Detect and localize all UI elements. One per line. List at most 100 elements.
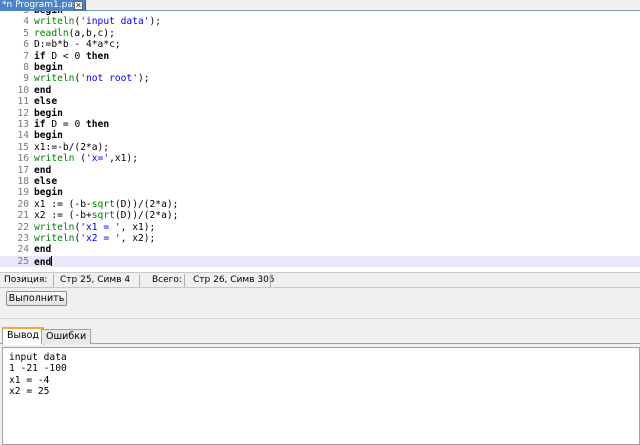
code-line[interactable]: 17 end bbox=[0, 165, 640, 176]
function-token: writeln bbox=[34, 233, 75, 244]
code-text: writeln('x2 = ', x2); bbox=[34, 233, 155, 244]
close-icon[interactable]: ✕ bbox=[74, 1, 83, 10]
code-line[interactable]: 9 writeln('not root'); bbox=[0, 73, 640, 84]
output-line: x2 = 25 bbox=[9, 386, 50, 398]
output-line: 1 -21 -100 bbox=[9, 363, 67, 375]
status-bar: Позиция: Стр 25, Симв 4 Всего: Стр 26, С… bbox=[0, 272, 640, 288]
code-line[interactable]: 4 writeln('input data'); bbox=[0, 16, 640, 27]
code-line[interactable]: 22 writeln('x1 = ', x1); bbox=[0, 222, 640, 233]
tab-output[interactable]: Вывод bbox=[2, 327, 44, 345]
code-line[interactable]: 15 x1:=-b/(2*a); bbox=[0, 142, 640, 153]
string-token: 'not root' bbox=[80, 73, 138, 85]
status-separator bbox=[270, 274, 271, 287]
code-text: if D < 0 then bbox=[34, 51, 109, 62]
code-line[interactable]: 20 x1 := (-b-sqrt(D))/(2*a); bbox=[0, 199, 640, 210]
code-token: D < 0 bbox=[45, 50, 86, 62]
line-number: 21 bbox=[17, 210, 29, 222]
line-number: 24 bbox=[17, 244, 29, 256]
output-line: x1 = -4 bbox=[9, 374, 50, 386]
line-number: 23 bbox=[17, 233, 29, 244]
code-line[interactable]: 7 if D < 0 then bbox=[0, 51, 640, 62]
code-text: begin bbox=[34, 108, 63, 119]
code-text: x1:=-b/(2*a); bbox=[34, 142, 109, 153]
code-token: (a,b,c); bbox=[68, 27, 115, 39]
code-text: x1 := (-b-sqrt(D))/(2*a); bbox=[34, 199, 178, 210]
line-number: 25 bbox=[17, 255, 29, 267]
keyword-token: end bbox=[34, 164, 52, 176]
code-line[interactable]: 10 end bbox=[0, 85, 640, 96]
code-text: begin bbox=[34, 187, 63, 198]
code-line[interactable]: 14 begin bbox=[0, 130, 640, 141]
ide-window: *n Program1.pas ✕ 3begin4writeln('input … bbox=[0, 0, 640, 445]
code-line[interactable]: 6 D:=b*b - 4*a*c; bbox=[0, 39, 640, 50]
code-token: D:=b*b - 4*a*c; bbox=[34, 39, 121, 51]
code-line[interactable]: 12 begin bbox=[0, 108, 640, 119]
code-text: else bbox=[34, 96, 57, 107]
run-button[interactable]: Выполнить bbox=[6, 291, 67, 306]
code-line[interactable]: 24 end bbox=[0, 244, 640, 255]
code-text: writeln ('x=',x1); bbox=[34, 153, 138, 164]
code-text: writeln('not root'); bbox=[34, 73, 150, 84]
keyword-token: if bbox=[34, 119, 46, 130]
code-token: x1 := (-b- bbox=[34, 198, 92, 210]
keyword-token: begin bbox=[34, 130, 63, 142]
code-token: x2 := (-b+ bbox=[34, 210, 92, 222]
keyword-token: else bbox=[34, 176, 58, 187]
line-number: 16 bbox=[17, 153, 29, 165]
code-line[interactable]: 16 writeln ('x=',x1); bbox=[0, 153, 640, 164]
code-token: (D))/(2*a); bbox=[114, 198, 179, 210]
code-text: begin bbox=[34, 62, 63, 73]
line-number: 19 bbox=[17, 187, 29, 199]
line-number: 15 bbox=[17, 141, 29, 153]
keyword-token: else bbox=[34, 96, 58, 108]
document-tab-program1[interactable]: *n Program1.pas ✕ bbox=[0, 0, 86, 11]
line-number: 9 bbox=[23, 73, 29, 85]
code-line[interactable]: 5 readln(a,b,c); bbox=[0, 28, 640, 39]
output-panel[interactable]: input data 1 -21 -100 x1 = -4 x2 = 25 bbox=[2, 347, 640, 445]
line-number: 17 bbox=[17, 164, 29, 176]
code-text: writeln('x1 = ', x1); bbox=[34, 222, 155, 233]
keyword-token: begin bbox=[34, 187, 63, 199]
code-line[interactable]: 13 if D = 0 then bbox=[0, 119, 640, 130]
keyword-token: begin bbox=[34, 11, 63, 16]
code-line[interactable]: 11 else bbox=[0, 96, 640, 107]
code-token: x1:=-b/(2*a); bbox=[34, 141, 110, 153]
code-line[interactable]: 8 begin bbox=[0, 62, 640, 73]
keyword-token: end bbox=[34, 84, 52, 96]
string-token: 'x=' bbox=[86, 153, 110, 165]
keyword-token: end bbox=[34, 244, 52, 256]
total-value: Стр 26, Симв 305 bbox=[193, 275, 275, 285]
line-number: 12 bbox=[17, 107, 29, 119]
line-number: 11 bbox=[17, 96, 29, 108]
code-token: , x1); bbox=[120, 221, 156, 233]
code-token: ,x1); bbox=[109, 153, 138, 165]
text-caret bbox=[51, 255, 53, 266]
keyword-token: begin bbox=[34, 62, 63, 73]
code-text: else bbox=[34, 176, 57, 187]
code-text: x2 := (-b+sqrt(D))/(2*a); bbox=[34, 210, 178, 221]
code-line[interactable]: 18 else bbox=[0, 176, 640, 187]
code-text: end bbox=[34, 85, 51, 96]
tab-errors[interactable]: Ошибки bbox=[41, 329, 92, 344]
keyword-token: if bbox=[34, 50, 46, 62]
code-line[interactable]: 19 begin bbox=[0, 187, 640, 198]
code-text: end bbox=[34, 244, 51, 255]
line-number: 4 bbox=[23, 16, 29, 28]
code-editor[interactable]: 3begin4writeln('input data');5readln(a,b… bbox=[0, 11, 640, 272]
document-tab-label: *n Program1.pas bbox=[2, 0, 78, 10]
code-line[interactable]: 25 end bbox=[0, 255, 640, 268]
function-token: readln bbox=[34, 27, 69, 39]
function-token: writeln bbox=[34, 73, 75, 85]
keyword-token: then bbox=[86, 50, 110, 62]
code-text: end bbox=[34, 165, 51, 176]
code-line[interactable]: 21 x2 := (-b+sqrt(D))/(2*a); bbox=[0, 210, 640, 221]
code-line[interactable]: 23 writeln('x2 = ', x2); bbox=[0, 233, 640, 244]
code-text: end bbox=[34, 255, 53, 268]
code-text: writeln('input data'); bbox=[34, 16, 161, 27]
keyword-token: then bbox=[86, 119, 110, 130]
code-text: D:=b*b - 4*a*c; bbox=[34, 39, 121, 50]
code-text: begin bbox=[34, 130, 63, 141]
line-number: 5 bbox=[23, 27, 29, 39]
function-token: writeln bbox=[34, 16, 75, 28]
position-label: Позиция: bbox=[4, 275, 48, 285]
